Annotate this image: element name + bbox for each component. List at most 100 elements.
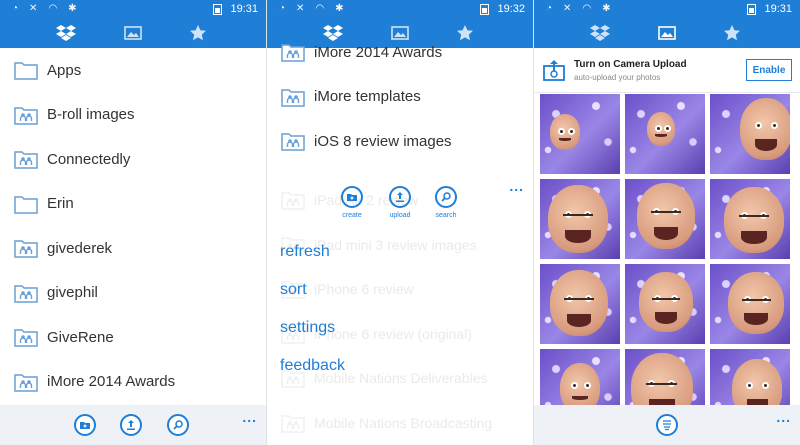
upload-button[interactable]: upload bbox=[380, 186, 420, 219]
upload-label: upload bbox=[389, 212, 411, 219]
folder-row[interactable]: iMore 2014 Awards bbox=[0, 360, 266, 405]
menu-sort[interactable]: sort bbox=[280, 281, 307, 299]
wifi-icon: ◠ bbox=[582, 3, 592, 14]
upload-button[interactable] bbox=[120, 414, 142, 436]
bluetooth-icon: ✱ bbox=[602, 3, 611, 14]
folder-menu-screen: ◔ ✕ ◠ ✱ 19:32 iMore 2014 Awards iMore tem… bbox=[267, 0, 533, 445]
folder-row[interactable]: B-roll images bbox=[0, 93, 266, 138]
create-label: create bbox=[342, 212, 362, 219]
signal-icon: ◔ bbox=[546, 3, 553, 14]
shared-folder-icon bbox=[14, 149, 38, 169]
folder-list: Apps B-roll images Connectedly Erin givedere… bbox=[0, 48, 266, 404]
photo-thumbnail[interactable] bbox=[625, 179, 705, 259]
clock: 19:31 bbox=[230, 3, 258, 15]
folder-name: givederek bbox=[47, 239, 113, 257]
clock: 19:31 bbox=[764, 3, 792, 15]
search-icon bbox=[441, 192, 451, 202]
star-icon bbox=[190, 25, 206, 41]
folder-icon bbox=[14, 60, 38, 80]
folder-row[interactable]: Erin bbox=[0, 182, 266, 227]
folder-row[interactable]: Connectedly bbox=[0, 137, 266, 182]
folder-row[interactable]: iMore 2014 Awards bbox=[267, 30, 533, 75]
no-sim-icon: ✕ bbox=[296, 3, 305, 14]
folder-row[interactable]: Apps bbox=[0, 48, 266, 93]
signal-icon: ◔ bbox=[12, 3, 19, 14]
upload-icon bbox=[127, 420, 135, 430]
status-bar: ◔ ✕ ◠ ✱ 19:31 bbox=[0, 0, 266, 18]
create-folder-button[interactable] bbox=[74, 414, 96, 436]
folder-name: Connectedly bbox=[47, 150, 131, 168]
star-icon bbox=[724, 25, 740, 41]
more-button[interactable]: ... bbox=[242, 409, 257, 425]
menu-feedback[interactable]: feedback bbox=[280, 357, 345, 375]
bluetooth-icon: ✱ bbox=[68, 3, 77, 14]
folder-row[interactable]: givederek bbox=[0, 226, 266, 271]
upload-icon bbox=[396, 192, 404, 202]
tab-photos[interactable] bbox=[115, 21, 151, 45]
no-sim-icon: ✕ bbox=[563, 3, 572, 14]
photo-thumbnail[interactable] bbox=[710, 264, 790, 344]
tab-files[interactable] bbox=[48, 21, 84, 45]
tab-files[interactable] bbox=[582, 21, 618, 45]
select-list-icon bbox=[663, 420, 671, 431]
folder-name: iOS 8 review images bbox=[314, 132, 452, 150]
search-button[interactable]: search bbox=[426, 186, 466, 219]
folder-row[interactable]: givephil bbox=[0, 271, 266, 316]
tab-photos[interactable] bbox=[649, 21, 685, 45]
menu-settings[interactable]: settings bbox=[280, 319, 335, 337]
app-bar-buttons: create upload search ... bbox=[267, 178, 533, 230]
more-button[interactable]: ... bbox=[776, 409, 791, 425]
folder-row[interactable]: GiveRene bbox=[0, 315, 266, 360]
photos-screen: ◔ ✕ ◠ ✱ 19:31 Turn on Camera Upload auto… bbox=[534, 0, 800, 445]
folder-row[interactable]: iOS 8 review images bbox=[267, 119, 533, 164]
status-bar: ◔ ✕ ◠ ✱ 19:32 bbox=[267, 0, 533, 18]
battery-icon bbox=[747, 3, 757, 15]
bluetooth-icon: ✱ bbox=[335, 3, 344, 14]
shared-folder-icon bbox=[281, 131, 305, 151]
folder-name: iPhone 6 review bbox=[314, 281, 414, 298]
status-bar: ◔ ✕ ◠ ✱ 19:31 bbox=[534, 0, 800, 18]
folder-name: Mobile Nations Broadcasting bbox=[314, 414, 493, 431]
photos-icon bbox=[658, 26, 676, 40]
photo-thumbnail[interactable] bbox=[540, 94, 620, 174]
tab-favorites[interactable] bbox=[714, 21, 750, 45]
new-folder-icon bbox=[80, 422, 90, 429]
more-button[interactable]: ... bbox=[509, 178, 524, 194]
photo-thumbnail[interactable] bbox=[710, 94, 790, 174]
menu-refresh[interactable]: refresh bbox=[280, 243, 330, 261]
photo-thumbnail[interactable] bbox=[625, 264, 705, 344]
photo-thumbnail[interactable] bbox=[540, 179, 620, 259]
banner-title: Turn on Camera Upload bbox=[574, 59, 687, 70]
wifi-icon: ◠ bbox=[315, 3, 325, 14]
wifi-icon: ◠ bbox=[48, 3, 58, 14]
folder-name: iMore 2014 Awards bbox=[47, 373, 176, 391]
new-folder-icon bbox=[347, 194, 357, 201]
no-sim-icon: ✕ bbox=[29, 3, 38, 14]
photo-thumbnail[interactable] bbox=[625, 94, 705, 174]
app-bar: ... bbox=[0, 405, 266, 445]
shared-folder-icon bbox=[14, 327, 38, 347]
folder-list-screen: ◔ ✕ ◠ ✱ 19:31 Apps B-roll images Connected… bbox=[0, 0, 266, 445]
signal-icon: ◔ bbox=[279, 3, 286, 14]
folder-name: B-roll images bbox=[47, 106, 135, 124]
folder-name: iMore templates bbox=[314, 88, 421, 106]
shared-folder-icon bbox=[14, 105, 38, 125]
select-button[interactable] bbox=[656, 414, 678, 436]
folder-name: Apps bbox=[47, 61, 82, 79]
folder-row[interactable]: iMore templates bbox=[267, 75, 533, 120]
tab-favorites[interactable] bbox=[180, 21, 216, 45]
folder-list: iMore 2014 Awards iMore templates iOS 8 re… bbox=[267, 30, 533, 164]
photo-thumbnail[interactable] bbox=[540, 264, 620, 344]
photo-thumbnail[interactable] bbox=[710, 179, 790, 259]
search-button[interactable] bbox=[167, 414, 189, 436]
folder-name: givephil bbox=[47, 284, 98, 302]
battery-icon bbox=[480, 3, 490, 15]
folder-name: GiveRene bbox=[47, 328, 114, 346]
create-button[interactable]: create bbox=[332, 186, 372, 219]
dropbox-icon bbox=[56, 25, 76, 41]
folder-name: iPhone 6 review (original) bbox=[314, 325, 472, 342]
dropbox-icon bbox=[590, 25, 610, 41]
folder-name: Erin bbox=[47, 195, 74, 213]
camera-upload-icon bbox=[543, 60, 565, 81]
enable-camera-upload-button[interactable]: Enable bbox=[746, 59, 792, 81]
